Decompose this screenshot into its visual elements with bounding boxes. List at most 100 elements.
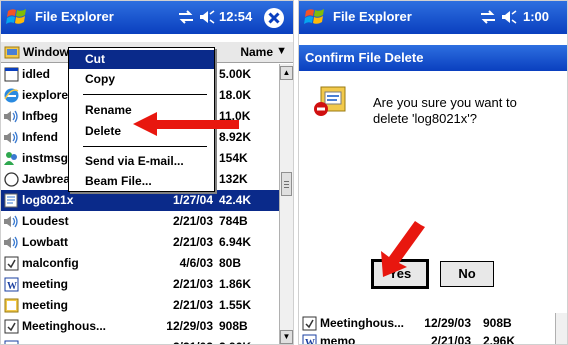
file-explorer-left-screen: File Explorer 12:54 Windows Name ▼ idled… bbox=[0, 0, 294, 345]
sound-icon bbox=[4, 215, 18, 228]
file-date: 4/6/03 bbox=[179, 256, 213, 270]
file-name: instmsg bbox=[22, 151, 69, 165]
file-row[interactable]: Wmemo 2/21/03 2.96K bbox=[1, 337, 279, 344]
file-name: Loudest bbox=[22, 214, 69, 228]
ie-icon bbox=[4, 88, 19, 103]
file-date: 12/29/03 bbox=[424, 316, 471, 330]
sort-dropdown[interactable]: Name bbox=[240, 45, 273, 59]
file-name: memo bbox=[22, 340, 57, 344]
clock[interactable]: 1:00 bbox=[523, 9, 549, 24]
game-icon bbox=[4, 172, 19, 187]
file-size: 908B bbox=[219, 319, 248, 333]
note-icon bbox=[4, 298, 19, 313]
file-size: 42.4K bbox=[219, 193, 252, 207]
speaker-icon[interactable] bbox=[198, 8, 216, 26]
doc-icon: W bbox=[4, 340, 19, 344]
file-date: 2/21/03 bbox=[172, 235, 213, 249]
file-name: meeting bbox=[22, 277, 69, 291]
svg-text:W: W bbox=[7, 281, 17, 292]
file-date: 2/21/03 bbox=[172, 214, 213, 228]
file-size: 908B bbox=[483, 316, 512, 330]
file-size: 5.00K bbox=[219, 67, 252, 81]
file-name: memo bbox=[320, 334, 356, 345]
file-row[interactable]: Meetinghous... 12/29/03 908B bbox=[1, 316, 279, 337]
menu-separator bbox=[83, 146, 207, 147]
file-row[interactable]: Lowbatt 2/21/03 6.94K bbox=[1, 232, 279, 253]
file-date: 1/27/04 bbox=[172, 193, 213, 207]
folder-icon[interactable] bbox=[4, 44, 20, 60]
file-size: 18.0K bbox=[219, 88, 252, 102]
sound-icon bbox=[4, 131, 18, 144]
dialog-message: Are you sure you want to delete 'log8021… bbox=[373, 95, 517, 126]
file-date: 2/21/03 bbox=[172, 277, 213, 291]
file-date: 12/29/03 bbox=[166, 319, 213, 333]
confirm-delete-dialog: Are you sure you want to delete 'log8021… bbox=[299, 71, 567, 313]
connectivity-icon[interactable] bbox=[479, 8, 497, 26]
app-icon bbox=[4, 67, 19, 82]
file-size: 1.86K bbox=[219, 277, 252, 291]
menu-item-cut[interactable]: Cut bbox=[69, 50, 214, 69]
menu-item-send-email[interactable]: Send via E-mail... bbox=[69, 152, 214, 171]
file-date: 2/21/03 bbox=[172, 298, 213, 312]
speaker-icon[interactable] bbox=[500, 8, 518, 26]
file-row[interactable]: meeting 2/21/03 1.55K bbox=[1, 295, 279, 316]
red-arrow-annotation bbox=[381, 221, 425, 277]
file-size: 784B bbox=[219, 214, 248, 228]
menu-separator bbox=[83, 94, 207, 95]
file-explorer-right-screen: File Explorer 1:00 Confirm File Delete A… bbox=[298, 0, 568, 345]
dialog-title: Confirm File Delete bbox=[299, 45, 567, 71]
sound-icon bbox=[4, 236, 18, 249]
doc-icon: W bbox=[302, 334, 317, 345]
file-row[interactable]: Wmemo 2/21/03 2.96K bbox=[299, 331, 555, 345]
title-bar: File Explorer 1:00 bbox=[299, 1, 567, 34]
file-row[interactable]: log8021x 1/27/04 42.4K bbox=[1, 190, 279, 211]
file-name: Meetinghous... bbox=[320, 316, 404, 330]
file-name: iexplore bbox=[22, 88, 69, 102]
scroll-down-button[interactable]: ▼ bbox=[280, 330, 293, 344]
menu-item-beam-file[interactable]: Beam File... bbox=[69, 172, 214, 191]
start-flag-icon[interactable] bbox=[5, 5, 29, 29]
app-title: File Explorer bbox=[35, 9, 114, 24]
file-name: Lowbatt bbox=[22, 235, 68, 249]
file-name: malconfig bbox=[22, 256, 79, 270]
file-name: idled bbox=[22, 67, 51, 81]
scroll-thumb[interactable] bbox=[281, 172, 292, 196]
file-row[interactable]: Meetinghous... 12/29/03 908B bbox=[299, 313, 555, 331]
file-size: 1.55K bbox=[219, 298, 252, 312]
title-bar: File Explorer 12:54 bbox=[1, 1, 293, 34]
app-title: File Explorer bbox=[333, 9, 412, 24]
file-row[interactable]: Loudest 2/21/03 784B bbox=[1, 211, 279, 232]
scrollbar[interactable]: ▲ ▼ bbox=[279, 64, 293, 344]
file-date: 2/21/03 bbox=[151, 340, 213, 344]
no-button[interactable]: No bbox=[440, 261, 494, 287]
file-row[interactable]: Wmeeting 2/21/03 1.86K bbox=[1, 274, 279, 295]
chevron-down-icon[interactable]: ▼ bbox=[276, 45, 287, 57]
clock[interactable]: 12:54 bbox=[219, 9, 252, 24]
scroll-up-button[interactable]: ▲ bbox=[280, 66, 293, 80]
file-date: 2/21/03 bbox=[430, 334, 471, 345]
red-arrow-annotation bbox=[133, 112, 239, 136]
config-icon bbox=[302, 316, 317, 331]
file-size: 6.94K bbox=[219, 235, 252, 249]
connectivity-icon[interactable] bbox=[177, 8, 195, 26]
file-name: meeting bbox=[22, 298, 69, 312]
close-icon[interactable] bbox=[263, 7, 285, 29]
doc-icon: W bbox=[4, 277, 19, 292]
people-icon bbox=[4, 152, 17, 165]
log-icon bbox=[4, 193, 18, 208]
menu-item-copy[interactable]: Copy bbox=[69, 70, 214, 89]
file-name: Infbeg bbox=[22, 109, 58, 123]
file-name: Meetinghous... bbox=[22, 319, 106, 333]
config-icon bbox=[4, 319, 19, 334]
file-size: 2.96K bbox=[219, 340, 251, 344]
start-flag-icon[interactable] bbox=[303, 5, 327, 29]
file-size: 2.96K bbox=[483, 334, 516, 345]
file-name: log8021x bbox=[22, 193, 74, 207]
scrollbar[interactable] bbox=[555, 313, 567, 344]
svg-text:W: W bbox=[305, 338, 315, 345]
file-size: 132K bbox=[219, 172, 248, 186]
file-list: Meetinghous... 12/29/03 908B Wmemo 2/21/03 2.… bbox=[299, 313, 555, 345]
file-name: Infend bbox=[22, 130, 58, 144]
delete-file-warning-icon bbox=[314, 86, 346, 116]
file-row[interactable]: malconfig 4/6/03 80B bbox=[1, 253, 279, 274]
